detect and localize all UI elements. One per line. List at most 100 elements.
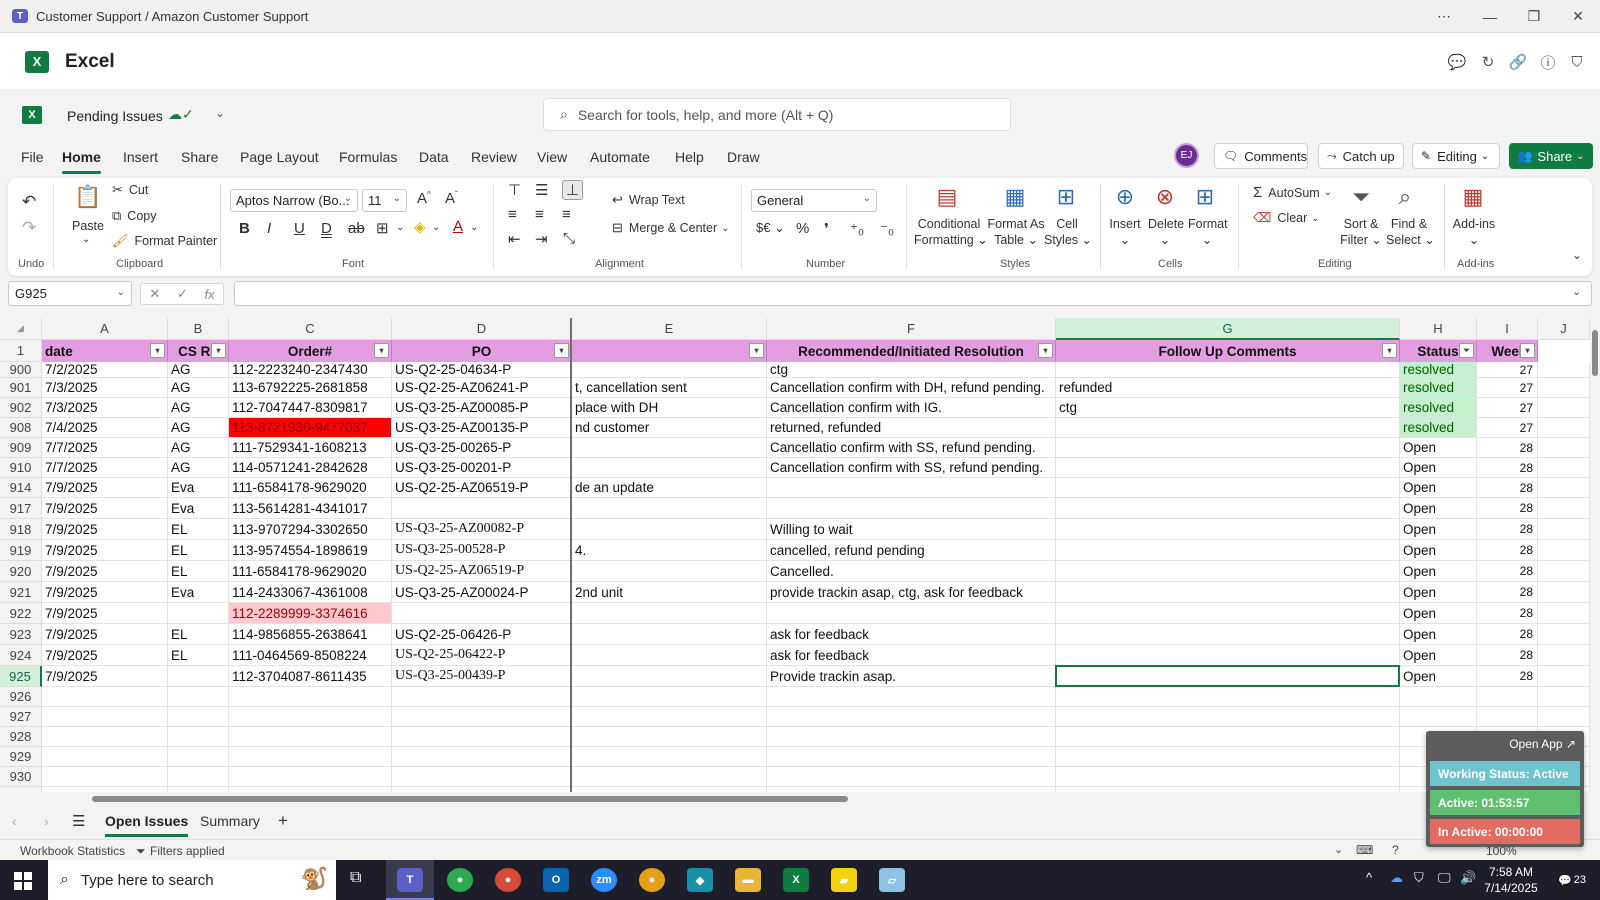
cell-cs-rep[interactable] xyxy=(168,666,229,687)
cell-date[interactable]: 7/9/2025 xyxy=(42,645,168,666)
cell-date[interactable] xyxy=(42,767,168,787)
filter-dropdown-icon[interactable]: ▾ xyxy=(554,343,569,358)
add-sheet-icon[interactable]: + xyxy=(278,811,288,831)
cell-status[interactable]: Open xyxy=(1400,603,1477,624)
cell-week[interactable]: 28 xyxy=(1477,540,1538,561)
filter-dropdown-icon[interactable]: ▾ xyxy=(150,343,165,358)
font-name-select[interactable]: Aptos Narrow (Bo... ⌄ xyxy=(230,189,358,212)
cell-issue[interactable] xyxy=(572,767,767,787)
cell-issue[interactable] xyxy=(572,561,767,582)
horizontal-scroll-thumb[interactable] xyxy=(92,796,848,802)
taskbar-clock[interactable]: 7:58 AM 7/14/2025 xyxy=(1478,864,1544,896)
cell-order[interactable] xyxy=(229,707,392,727)
cell-j[interactable] xyxy=(1538,624,1590,645)
cell-week[interactable]: 27 xyxy=(1477,362,1538,378)
cell-week[interactable]: 28 xyxy=(1477,582,1538,603)
app-icon[interactable]: ◆ xyxy=(687,868,713,892)
cell-week[interactable]: 28 xyxy=(1477,438,1538,458)
format-cells-button[interactable]: Format ⌄ xyxy=(1188,216,1228,248)
cell-follow-up[interactable] xyxy=(1056,561,1400,582)
align-left-icon[interactable]: ≡ xyxy=(508,206,517,223)
spreadsheet-grid[interactable]: ◢ A B C D E F G H I J 1 date ▾ CS Re ▾ Order# ▾ PO ▾ ▾ Recomm… xyxy=(0,318,1590,792)
borders-icon[interactable]: ⊞ xyxy=(376,219,389,237)
increase-decimal-icon[interactable]: ⁺₀ xyxy=(850,220,864,238)
cell-issue[interactable] xyxy=(572,519,767,540)
comments-button[interactable]: 🗨 Comments xyxy=(1214,143,1308,169)
insert-cells-icon[interactable]: ⊕ xyxy=(1110,184,1140,210)
tab-data[interactable]: Data xyxy=(419,149,449,165)
volume-icon[interactable]: 🔊 xyxy=(1460,870,1476,886)
outlook-icon[interactable]: O xyxy=(543,868,569,892)
chevron-down-icon[interactable]: ⌄ xyxy=(1334,843,1343,856)
cell-cs-rep[interactable] xyxy=(168,603,229,624)
table-header-resolution[interactable]: Recommended/Initiated Resolution ▾ xyxy=(767,340,1056,362)
share-button[interactable]: 👥 Share ⌄ xyxy=(1509,143,1593,169)
cell-date[interactable]: 7/2/2025 xyxy=(42,362,168,378)
tab-file[interactable]: File xyxy=(21,149,44,165)
format-as-table-button[interactable]: Format As Table ⌄ xyxy=(986,216,1046,248)
cut-button[interactable]: ✂ Cut xyxy=(112,182,148,198)
chevron-down-icon[interactable]: ⌄ xyxy=(215,106,225,120)
row-header[interactable]: 922 xyxy=(0,603,42,624)
cell-order[interactable]: 113-8721930-9477037 xyxy=(229,418,392,438)
cell-order[interactable]: 111-7529341-1608213 xyxy=(229,438,392,458)
cell-j[interactable] xyxy=(1538,666,1590,687)
cell-week[interactable]: 28 xyxy=(1477,498,1538,519)
tab-formulas[interactable]: Formulas xyxy=(339,149,397,165)
cell-po[interactable]: US-Q3-25-00439-P xyxy=(392,666,572,687)
collapse-ribbon-icon[interactable]: ⌄ xyxy=(1572,248,1582,262)
cell-cs-rep[interactable]: Eva xyxy=(168,582,229,603)
cell-resolution[interactable] xyxy=(767,498,1056,519)
insert-cells-button[interactable]: Insert ⌄ xyxy=(1108,216,1142,248)
cell-j[interactable] xyxy=(1538,478,1590,498)
vertical-scrollbar[interactable] xyxy=(1590,318,1600,792)
prev-sheet-icon[interactable]: ‹ xyxy=(12,813,17,829)
cell-status[interactable]: Open xyxy=(1400,438,1477,458)
open-app-link[interactable]: Open App ↗ xyxy=(1509,737,1576,751)
cell-follow-up[interactable]: refunded xyxy=(1056,378,1400,398)
cell-cs-rep[interactable]: EL xyxy=(168,624,229,645)
cell-follow-up[interactable] xyxy=(1056,498,1400,519)
cell-po[interactable]: US-Q2-25-06426-P xyxy=(392,624,572,645)
notepad-icon[interactable]: ▱ xyxy=(879,868,905,892)
filter-dropdown-icon[interactable]: ▾ xyxy=(374,343,389,358)
cell-issue[interactable] xyxy=(572,687,767,707)
align-right-icon[interactable]: ≡ xyxy=(562,206,571,223)
percent-icon[interactable]: % xyxy=(796,220,809,237)
cell-status[interactable]: Open xyxy=(1400,582,1477,603)
cell-po[interactable]: US-Q2-25-AZ06241-P xyxy=(392,378,572,398)
align-center-icon[interactable]: ≡ xyxy=(535,206,544,223)
link-icon[interactable]: 🔗 xyxy=(1507,51,1529,73)
cell-resolution[interactable]: Provide trackin asap. xyxy=(767,666,1056,687)
cell-cs-rep[interactable]: EL xyxy=(168,519,229,540)
cell-j[interactable] xyxy=(1538,687,1590,707)
cell-week[interactable]: 28 xyxy=(1477,666,1538,687)
find-select-icon[interactable]: ⌕ xyxy=(1390,184,1420,210)
cell-resolution[interactable]: ask for feedback xyxy=(767,624,1056,645)
cell-j[interactable] xyxy=(1538,418,1590,438)
sheet-list-icon[interactable]: ☰ xyxy=(72,812,85,830)
tab-home[interactable]: Home xyxy=(62,149,101,174)
table-header-issue[interactable]: ▾ xyxy=(572,340,767,362)
filter-applied-icon[interactable]: ⏷ xyxy=(1459,343,1474,358)
cell-status[interactable]: Open xyxy=(1400,561,1477,582)
row-header-1[interactable]: 1 xyxy=(0,340,42,362)
cell-follow-up[interactable] xyxy=(1056,767,1400,787)
task-view-icon[interactable]: ⧉ xyxy=(350,869,361,887)
tab-draw[interactable]: Draw xyxy=(727,149,760,165)
column-header-d[interactable]: D xyxy=(392,318,572,340)
table-header-order[interactable]: Order# ▾ xyxy=(229,340,392,362)
row-header[interactable]: 928 xyxy=(0,727,42,747)
cell-cs-rep[interactable]: Eva xyxy=(168,478,229,498)
teams-icon[interactable]: T xyxy=(397,868,423,892)
onedrive-icon[interactable]: ☁ xyxy=(1390,870,1403,886)
cell-resolution[interactable]: ask for feedback xyxy=(767,645,1056,666)
cell-date[interactable]: 7/3/2025 xyxy=(42,378,168,398)
cell-date[interactable]: 7/9/2025 xyxy=(42,582,168,603)
cell-status[interactable]: resolved xyxy=(1400,418,1477,438)
font-size-select[interactable]: 11 ⌄ xyxy=(362,189,407,212)
filter-dropdown-icon[interactable]: ▾ xyxy=(749,343,764,358)
cell-follow-up[interactable] xyxy=(1056,747,1400,767)
cell-order[interactable]: 112-7047447-8309817 xyxy=(229,398,392,418)
search-input[interactable] xyxy=(577,106,978,123)
